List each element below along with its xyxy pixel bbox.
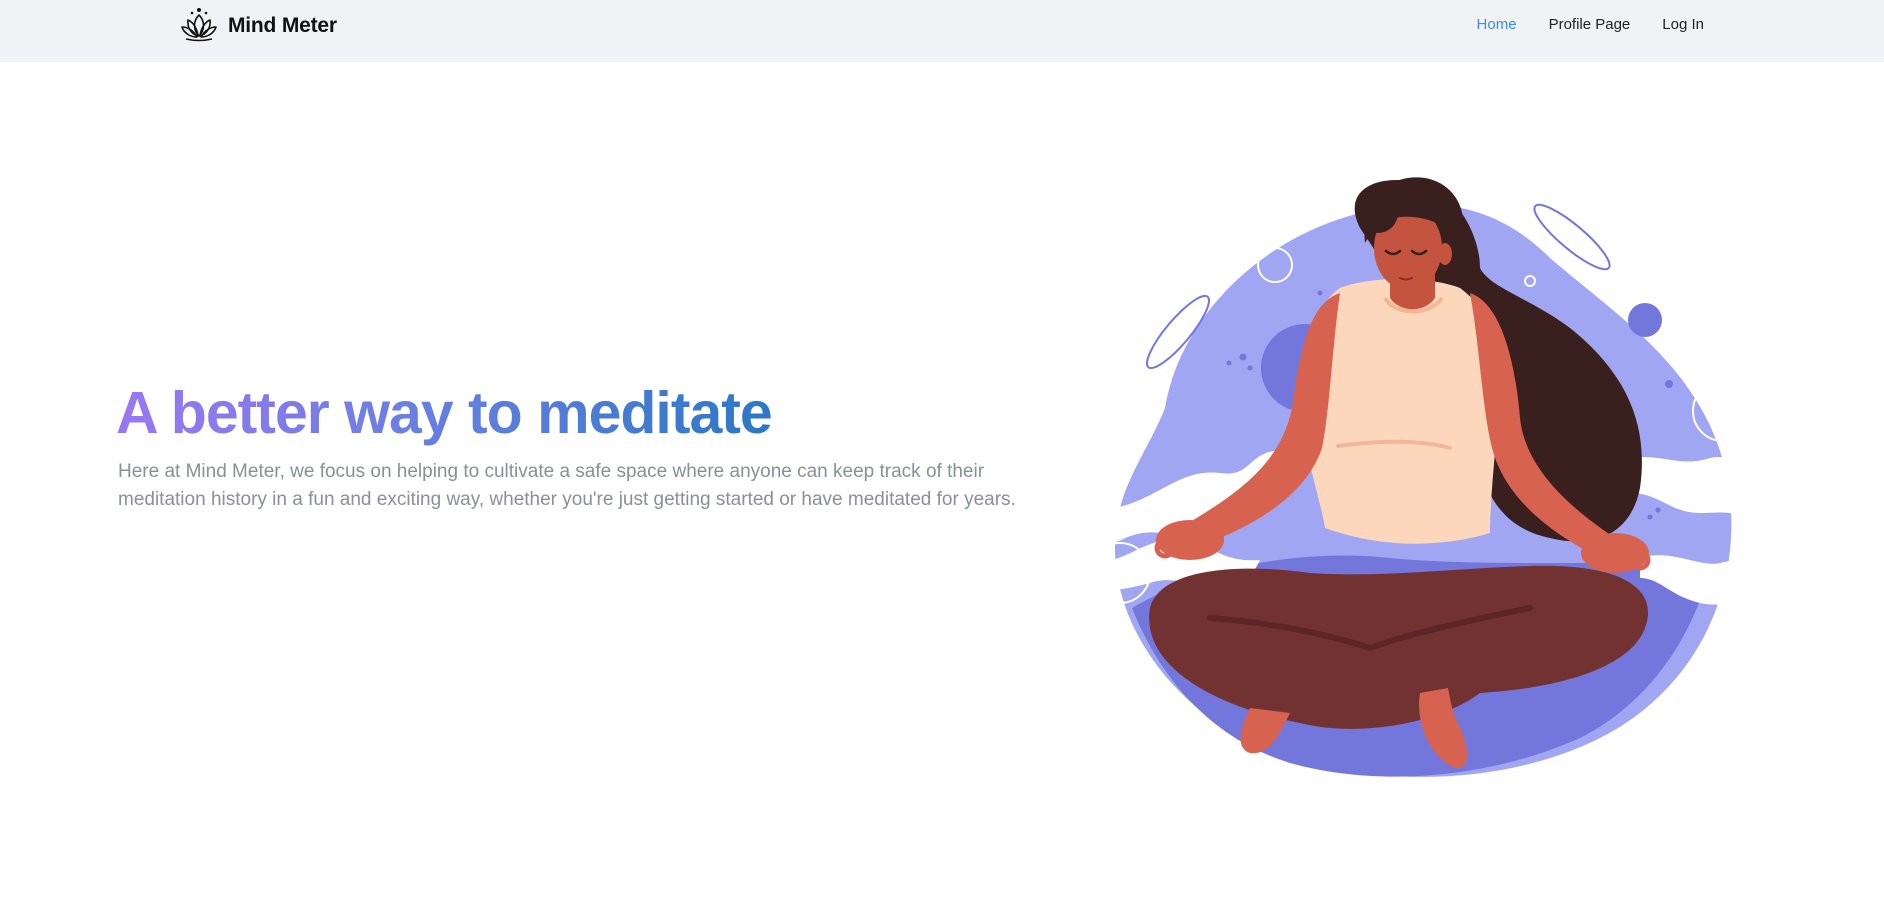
nav-profile-link[interactable]: Profile Page (1549, 16, 1631, 33)
nav-links: Home Profile Page Log In (1477, 16, 1704, 33)
navbar: Mind Meter Home Profile Page Log In (0, 0, 1884, 62)
hero-description: Here at Mind Meter, we focus on helping … (118, 461, 1016, 510)
nav-login-link[interactable]: Log In (1662, 16, 1704, 33)
hero-title: A better way to meditate (116, 380, 773, 446)
brand-link[interactable]: Mind Meter (180, 6, 337, 47)
nav-home-link[interactable]: Home (1477, 16, 1517, 33)
lotus-icon (180, 6, 218, 47)
meditating-woman-illustration (1060, 168, 1760, 798)
brand-name: Mind Meter (228, 14, 337, 37)
